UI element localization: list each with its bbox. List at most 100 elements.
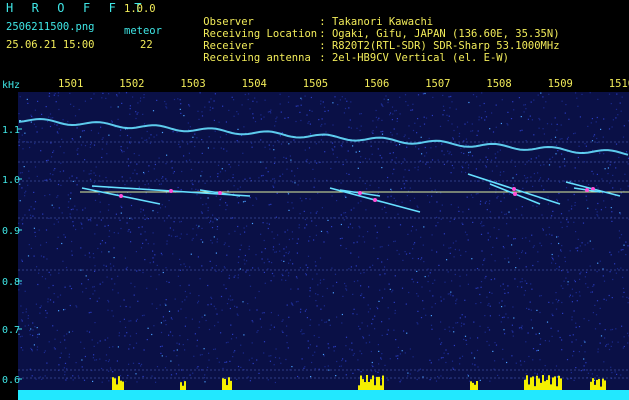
noise-pixel	[488, 303, 490, 305]
noise-pixel	[282, 331, 284, 333]
noise-pixel	[196, 339, 198, 341]
noise-pixel	[236, 140, 238, 142]
noise-pixel	[129, 344, 131, 346]
noise-pixel	[537, 94, 539, 96]
noise-pixel	[93, 354, 95, 356]
noise-pixel	[309, 290, 311, 292]
noise-pixel	[557, 236, 559, 238]
noise-pixel	[420, 136, 422, 138]
noise-pixel	[481, 117, 483, 119]
noise-pixel	[380, 131, 382, 133]
noise-pixel	[105, 265, 107, 267]
noise-pixel	[552, 258, 554, 260]
noise-pixel	[321, 123, 323, 126]
noise-pixel	[312, 168, 314, 170]
noise-pixel	[252, 100, 254, 102]
noise-pixel	[480, 233, 483, 235]
noise-pixel	[150, 275, 152, 277]
noise-pixel	[472, 221, 474, 223]
noise-pixel	[120, 227, 122, 230]
noise-pixel	[25, 311, 27, 313]
noise-pixel	[291, 170, 293, 172]
noise-pixel	[431, 249, 433, 251]
noise-pixel	[156, 307, 158, 310]
noise-pixel	[320, 100, 322, 102]
noise-pixel	[513, 109, 515, 111]
noise-pixel	[52, 325, 54, 327]
noise-pixel	[30, 206, 32, 208]
noise-pixel	[478, 119, 480, 121]
noise-pixel	[27, 315, 29, 317]
noise-pixel	[189, 374, 191, 376]
noise-pixel	[57, 92, 60, 94]
noise-pixel	[377, 308, 379, 310]
noise-pixel	[162, 176, 164, 178]
noise-pixel	[591, 118, 593, 120]
activity-bar	[546, 379, 548, 390]
noise-pixel	[163, 320, 165, 322]
time-tick-label: 1508	[486, 78, 512, 90]
noise-pixel	[447, 353, 449, 355]
noise-pixel	[532, 264, 534, 267]
noise-pixel	[91, 339, 93, 341]
noise-pixel	[612, 278, 614, 281]
noise-pixel	[484, 315, 486, 317]
noise-pixel	[380, 103, 382, 105]
noise-pixel	[344, 107, 347, 110]
noise-pixel	[458, 210, 460, 212]
noise-pixel	[395, 157, 397, 159]
noise-pixel	[58, 128, 60, 130]
noise-pixel	[357, 202, 359, 204]
noise-pixel	[563, 280, 565, 282]
noise-pixel	[331, 195, 333, 197]
noise-pixel	[77, 147, 79, 150]
noise-pixel	[133, 153, 135, 155]
noise-pixel	[564, 180, 566, 182]
noise-pixel	[331, 142, 334, 144]
noise-pixel	[47, 159, 49, 161]
noise-pixel	[49, 299, 52, 301]
noise-pixel	[30, 114, 32, 116]
noise-pixel	[414, 167, 416, 169]
noise-pixel	[447, 293, 449, 295]
noise-pixel	[200, 211, 203, 213]
noise-pixel	[208, 352, 210, 354]
noise-pixel	[94, 265, 96, 267]
noise-pixel	[24, 132, 26, 134]
noise-pixel	[561, 339, 563, 341]
noise-pixel	[24, 195, 26, 197]
noise-pixel	[315, 293, 317, 295]
noise-pixel	[518, 97, 520, 99]
noise-pixel	[369, 266, 371, 268]
noise-pixel	[575, 326, 577, 328]
noise-pixel	[177, 186, 179, 189]
noise-pixel	[544, 340, 546, 342]
noise-pixel	[290, 302, 293, 304]
noise-pixel	[64, 236, 66, 238]
noise-pixel	[169, 227, 171, 229]
noise-pixel	[579, 245, 581, 247]
noise-pixel	[219, 136, 222, 138]
noise-pixel	[198, 321, 201, 323]
noise-pixel	[466, 234, 468, 236]
noise-pixel	[558, 299, 560, 301]
noise-pixel	[112, 346, 114, 348]
noise-pixel	[538, 155, 540, 157]
noise-pixel	[216, 357, 218, 359]
noise-pixel	[210, 296, 212, 298]
activity-bar	[372, 375, 374, 390]
noise-pixel	[341, 313, 343, 316]
noise-pixel	[235, 337, 237, 339]
noise-pixel	[615, 328, 617, 330]
noise-pixel	[353, 280, 355, 283]
noise-pixel	[274, 251, 276, 253]
noise-pixel	[237, 202, 240, 204]
noise-pixel	[218, 361, 220, 363]
noise-pixel	[411, 109, 414, 111]
noise-pixel	[297, 300, 299, 303]
noise-pixel	[263, 116, 265, 118]
noise-pixel	[413, 243, 415, 245]
noise-pixel	[467, 154, 470, 156]
noise-pixel	[88, 252, 90, 254]
noise-pixel	[465, 138, 467, 140]
